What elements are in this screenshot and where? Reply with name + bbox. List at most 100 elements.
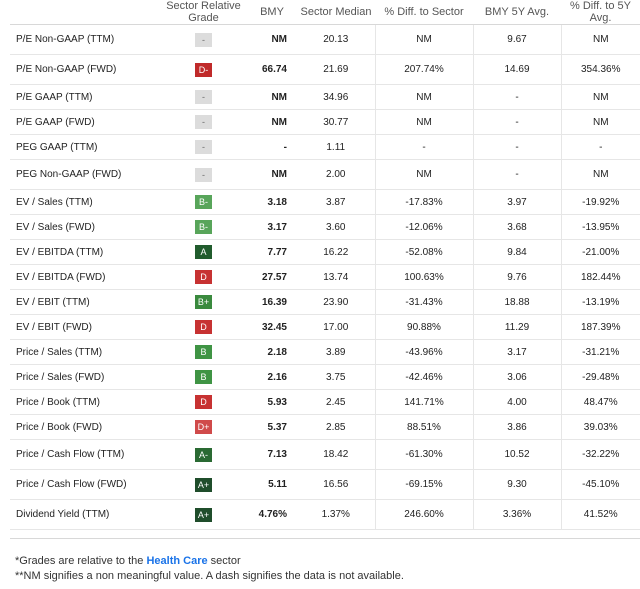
diff-sector-value: -69.15% <box>374 469 473 500</box>
grade-badge: D- <box>195 62 212 77</box>
diff-sector-value: NM <box>374 84 473 110</box>
grade-cell: D+ <box>160 414 247 440</box>
table-row: EV / EBITDA (TTM) A 7.77 16.22 -52.08% 9.84 -2… <box>10 239 640 265</box>
grade-badge: - <box>195 115 212 129</box>
metric-cell: P/E GAAP (FWD) <box>10 109 160 135</box>
metric-cell: EV / EBITDA (FWD) <box>10 264 160 290</box>
table-row: EV / EBIT (FWD) D 32.45 17.00 90.88% 11.29 187… <box>10 314 640 340</box>
bmy-5y-avg-value: 11.29 <box>472 314 561 340</box>
bmy-value: 2.18 <box>247 339 297 365</box>
bmy-value: NM <box>247 24 297 55</box>
table-row: EV / Sales (FWD) B- 3.17 3.60 -12.06% 3.68 -13… <box>10 214 640 240</box>
metric-cell: EV / Sales (FWD) <box>10 214 160 240</box>
diff-sector-value: -43.96% <box>374 339 473 365</box>
grade-badge: D <box>195 395 212 409</box>
diff-5y-value: 354.36% <box>560 54 640 85</box>
diff-5y-value: -32.22% <box>560 439 640 470</box>
grade-cell: - <box>160 159 247 190</box>
diff-5y-value: -13.19% <box>560 289 640 315</box>
grade-badge: D+ <box>195 420 212 434</box>
bmy-5y-avg-value: 9.76 <box>472 264 561 290</box>
table-row: EV / Sales (TTM) B- 3.18 3.87 -17.83% 3.97 -19… <box>10 189 640 215</box>
health-care-link[interactable]: Health Care <box>146 555 207 567</box>
sector-median-value: 2.45 <box>297 389 375 415</box>
bmy-5y-avg-value: 9.30 <box>472 469 561 500</box>
footer-divider <box>10 538 640 539</box>
metric-cell: EV / Sales (TTM) <box>10 189 160 215</box>
sector-median-value: 1.37% <box>297 499 375 530</box>
grade-badge: B <box>195 370 212 384</box>
sector-median-value: 2.85 <box>297 414 375 440</box>
sector-median-value: 3.89 <box>297 339 375 365</box>
sector-median-value: 21.69 <box>297 54 375 85</box>
sector-median-value: 16.56 <box>297 469 375 500</box>
metric-cell: Dividend Yield (TTM) <box>10 499 160 530</box>
metric-cell: P/E Non-GAAP (FWD) <box>10 54 160 85</box>
bmy-5y-avg-value: 4.00 <box>472 389 561 415</box>
bmy-value: 7.77 <box>247 239 297 265</box>
bmy-5y-avg-value: 3.17 <box>472 339 561 365</box>
diff-sector-value: NM <box>374 24 473 55</box>
table-row: EV / EBITDA (FWD) D 27.57 13.74 100.63% 9.76 1… <box>10 264 640 290</box>
diff-5y-value: NM <box>560 84 640 110</box>
grade-cell: B- <box>160 189 247 215</box>
bmy-5y-avg-value: 10.52 <box>472 439 561 470</box>
diff-sector-value: 141.71% <box>374 389 473 415</box>
metric-cell: P/E GAAP (TTM) <box>10 84 160 110</box>
grade-cell: A <box>160 239 247 265</box>
grade-cell: D- <box>160 54 247 85</box>
diff-5y-value: 182.44% <box>560 264 640 290</box>
grade-cell: - <box>160 134 247 160</box>
grade-badge: A- <box>195 447 212 462</box>
diff-sector-value: 246.60% <box>374 499 473 530</box>
diff-5y-value: 39.03% <box>560 414 640 440</box>
footnote-nm: **NM signifies a non meaningful value. A… <box>15 570 404 582</box>
diff-5y-value: 41.52% <box>560 499 640 530</box>
bmy-value: 27.57 <box>247 264 297 290</box>
metric-cell: PEG Non-GAAP (FWD) <box>10 159 160 190</box>
sector-median-value: 3.87 <box>297 189 375 215</box>
diff-5y-value: -45.10% <box>560 469 640 500</box>
metric-cell: Price / Cash Flow (TTM) <box>10 439 160 470</box>
diff-5y-value: 187.39% <box>560 314 640 340</box>
bmy-5y-avg-value: 3.86 <box>472 414 561 440</box>
diff-sector-value: NM <box>374 109 473 135</box>
diff-sector-value: -17.83% <box>374 189 473 215</box>
diff-5y-value: -29.48% <box>560 364 640 390</box>
bmy-value: 66.74 <box>247 54 297 85</box>
grade-badge: A+ <box>195 507 212 522</box>
header-sector-median: Sector Median <box>297 0 375 25</box>
header-diff-5y: % Diff. to 5Y Avg. <box>561 0 640 25</box>
sector-median-value: 30.77 <box>297 109 375 135</box>
diff-sector-value: 207.74% <box>374 54 473 85</box>
bmy-value: 3.17 <box>247 214 297 240</box>
grade-cell: B+ <box>160 289 247 315</box>
diff-sector-value: -31.43% <box>374 289 473 315</box>
bmy-value: 5.93 <box>247 389 297 415</box>
sector-median-value: 1.11 <box>297 134 375 160</box>
table-row: Price / Cash Flow (FWD) A+ 5.11 16.56 -69.15… <box>10 469 640 500</box>
bmy-value: 4.76% <box>247 499 297 530</box>
bmy-value: 2.16 <box>247 364 297 390</box>
sector-median-value: 18.42 <box>297 439 375 470</box>
grade-cell: - <box>160 109 247 135</box>
table-row: EV / EBIT (TTM) B+ 16.39 23.90 -31.43% 18.88-… <box>10 289 640 315</box>
valuation-table: Sector Relative Grade BMY Sector Median … <box>10 0 640 530</box>
grade-cell: B- <box>160 214 247 240</box>
metric-cell: P/E Non-GAAP (TTM) <box>10 24 160 55</box>
grade-cell: - <box>160 24 247 55</box>
table-row: Price / Sales (TTM) B 2.18 3.89 -43.96% 3.17-… <box>10 339 640 365</box>
bmy-5y-avg-value: - <box>472 134 561 160</box>
metric-cell: Price / Book (FWD) <box>10 414 160 440</box>
sector-median-value: 3.75 <box>297 364 375 390</box>
grade-badge: - <box>195 167 212 182</box>
diff-5y-value: -13.95% <box>560 214 640 240</box>
table-row: P/E GAAP (TTM) - NM 34.96 NM - NM <box>10 84 640 110</box>
bmy-value: 5.11 <box>247 469 297 500</box>
metric-cell: Price / Sales (FWD) <box>10 364 160 390</box>
bmy-value: 5.37 <box>247 414 297 440</box>
sector-median-value: 34.96 <box>297 84 375 110</box>
grade-badge: B <box>195 345 212 359</box>
diff-sector-value: -12.06% <box>374 214 473 240</box>
bmy-value: NM <box>247 109 297 135</box>
